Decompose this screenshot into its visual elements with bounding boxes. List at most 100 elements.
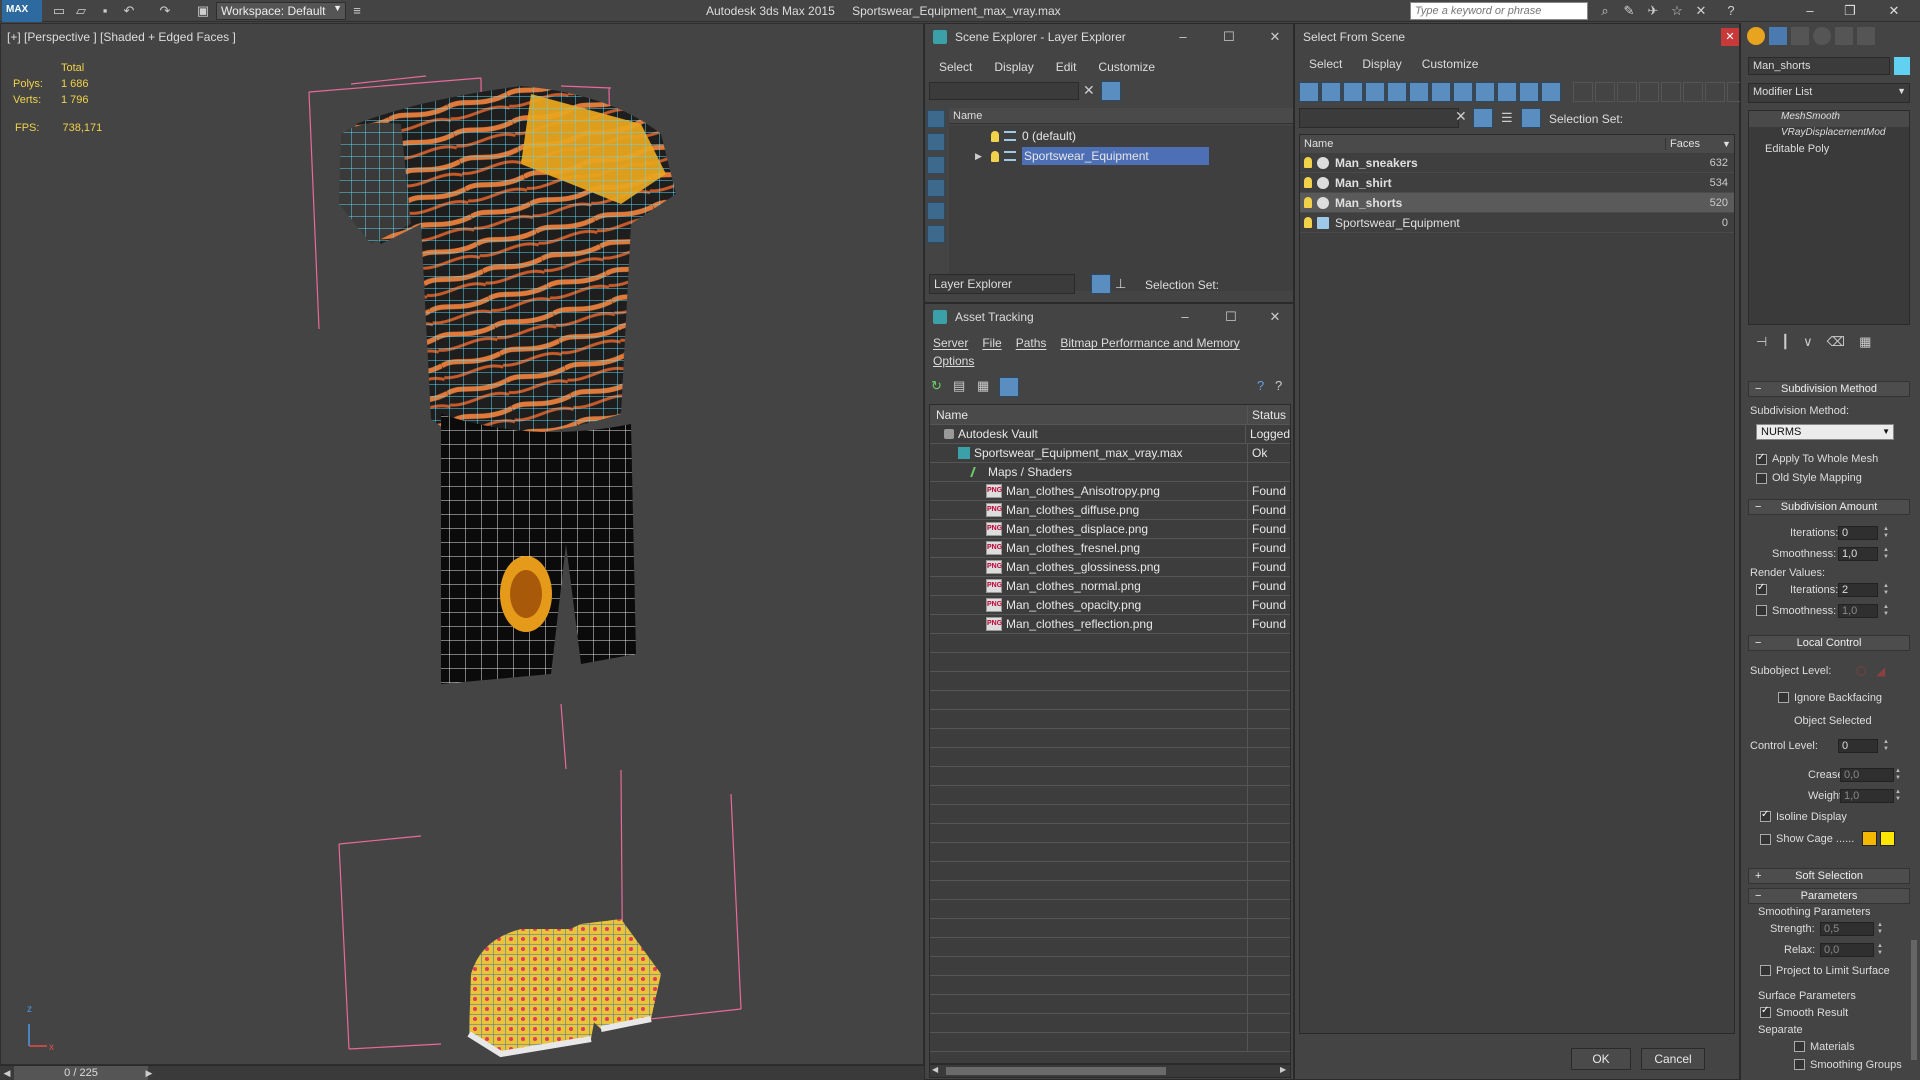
create-tab-icon[interactable]: [1747, 27, 1765, 45]
asset-row[interactable]: PNG Man_clothes_fresnel.png Found: [930, 539, 1290, 558]
crease-spinner[interactable]: 0,0: [1840, 768, 1894, 782]
stack-item-meshsmooth[interactable]: MeshSmooth: [1749, 111, 1909, 127]
display-geometry-icon[interactable]: [1299, 82, 1319, 102]
scene-explorer-minimize-icon[interactable]: –: [1173, 28, 1193, 46]
time-next-icon[interactable]: ▶: [142, 1066, 156, 1080]
display-all-icon[interactable]: [1573, 82, 1593, 102]
menu-paths[interactable]: Paths: [1016, 336, 1047, 350]
iterations-spinner[interactable]: 0: [1838, 526, 1878, 540]
hierarchy-icon[interactable]: [1521, 108, 1541, 128]
sfs-search-input[interactable]: [1299, 108, 1459, 128]
light-bulb-icon[interactable]: [991, 150, 999, 162]
cancel-button[interactable]: Cancel: [1641, 1048, 1705, 1070]
edge-level-icon[interactable]: ◢: [1876, 664, 1885, 678]
workspace-dropdown[interactable]: Workspace: Default ▼: [216, 2, 346, 20]
context-help-icon[interactable]: ?: [1275, 378, 1282, 393]
display-tab-icon[interactable]: [1835, 27, 1853, 45]
hierarchy-tab-icon[interactable]: [1791, 27, 1809, 45]
smooth-result-checkbox[interactable]: [1760, 1005, 1771, 1018]
layer-row-sportswear[interactable]: ▶ Sportswear_Equipment: [949, 146, 1293, 166]
display-containers-icon[interactable]: [1497, 82, 1517, 102]
time-slider[interactable]: ◀ 0 / 225 ▶: [0, 1065, 924, 1080]
asset-row[interactable]: PNG Man_clothes_normal.png Found: [930, 577, 1290, 596]
asset-row[interactable]: PNG Man_clothes_glossiness.png Found: [930, 558, 1290, 577]
exchange-icon[interactable]: ✕: [1692, 3, 1710, 19]
spinner-arrows-icon[interactable]: ▲ ▼: [1882, 604, 1890, 618]
communication-icon[interactable]: ✈: [1644, 3, 1662, 19]
object-row[interactable]: Man_shirt 534: [1300, 173, 1734, 193]
table-view-icon[interactable]: ▦: [977, 378, 993, 394]
light-bulb-icon[interactable]: [1304, 157, 1312, 168]
col-header-name[interactable]: Name: [930, 405, 1248, 424]
asset-row[interactable]: PNG Man_clothes_reflection.png Found: [930, 615, 1290, 634]
relax-spinner[interactable]: 0,0: [1820, 943, 1874, 957]
grid-view-icon[interactable]: [999, 377, 1019, 397]
spinner-arrows-icon[interactable]: ▲ ▼: [1894, 768, 1902, 782]
sort-arrow-icon[interactable]: ▼: [1722, 139, 1734, 149]
project-limit-checkbox[interactable]: [1760, 965, 1771, 976]
display-none-icon[interactable]: [1595, 82, 1615, 102]
stack-item-editable-poly[interactable]: Editable Poly: [1749, 143, 1909, 159]
materials-checkbox[interactable]: [1794, 1041, 1805, 1052]
asset-tracking-minimize-icon[interactable]: –: [1175, 308, 1195, 326]
render-iterations-checkbox[interactable]: [1756, 582, 1767, 595]
rollout-subdivision-amount[interactable]: − Subdivision Amount: [1748, 499, 1910, 515]
project-folder-icon[interactable]: ▣: [194, 3, 212, 19]
rollout-parameters[interactable]: − Parameters: [1748, 888, 1910, 904]
layer-filter-icon[interactable]: ☰: [1501, 110, 1513, 126]
menu-customize[interactable]: Customize: [1422, 57, 1479, 71]
render-smoothness-checkbox[interactable]: [1756, 605, 1767, 616]
display-objects-icon[interactable]: [927, 110, 945, 128]
show-cage-checkbox[interactable]: [1760, 834, 1771, 845]
spinner-arrows-icon[interactable]: ▲ ▼: [1894, 789, 1902, 803]
menu-bitmap-performance[interactable]: Bitmap Performance and Memory: [1060, 336, 1239, 350]
object-row[interactable]: Man_sneakers 632: [1300, 153, 1734, 173]
scene-explorer-close-icon[interactable]: ✕: [1265, 28, 1285, 46]
asset-row[interactable]: Autodesk Vault Logged: [930, 425, 1290, 444]
display-groups-icon[interactable]: [1431, 82, 1451, 102]
menu-edit[interactable]: Edit: [1056, 60, 1077, 74]
display-helpers-icon[interactable]: [1387, 82, 1407, 102]
spinner-arrows-icon[interactable]: ▲ ▼: [1882, 583, 1890, 597]
asset-row[interactable]: PNG Man_clothes_displace.png Found: [930, 520, 1290, 539]
object-name-field[interactable]: Man_shorts: [1748, 57, 1890, 75]
motion-tab-icon[interactable]: [1813, 27, 1831, 45]
display-xrefs-icon[interactable]: [1453, 82, 1473, 102]
rollout-soft-selection[interactable]: + Soft Selection: [1748, 868, 1910, 884]
display-spacewarps-icon[interactable]: [1409, 82, 1429, 102]
scroll-left-icon[interactable]: ◀: [932, 1065, 938, 1074]
menu-select[interactable]: Select: [1309, 57, 1342, 71]
command-panel-scrollbar[interactable]: [1911, 940, 1917, 1060]
app-logo[interactable]: MAX: [2, 0, 42, 22]
pin-stack-icon[interactable]: ⊣: [1756, 334, 1767, 356]
undo-icon[interactable]: ↶: [120, 3, 138, 19]
help-icon[interactable]: ?: [1257, 378, 1264, 393]
control-level-spinner[interactable]: 0: [1838, 739, 1878, 753]
rollout-local-control[interactable]: − Local Control: [1748, 635, 1910, 651]
workspace-menu-icon[interactable]: ≡: [348, 3, 366, 19]
object-row[interactable]: Man_shorts 520: [1300, 193, 1734, 213]
menu-display[interactable]: Display: [994, 60, 1033, 74]
filter-icon[interactable]: [1101, 81, 1121, 101]
cage-color-swatch-1[interactable]: [1862, 831, 1877, 846]
asset-row[interactable]: Sportswear_Equipment_max_vray.max Ok: [930, 444, 1290, 463]
menu-select[interactable]: Select: [939, 60, 972, 74]
layer-row-default[interactable]: 0 (default): [949, 126, 1293, 146]
remove-modifier-icon[interactable]: ⌫: [1827, 334, 1845, 356]
spinner-arrows-icon[interactable]: ▲ ▼: [1882, 526, 1890, 540]
menu-server[interactable]: Server: [933, 336, 968, 350]
redo-icon[interactable]: ↷: [156, 3, 174, 19]
time-counter[interactable]: 0 / 225: [14, 1066, 148, 1080]
menu-customize[interactable]: Customize: [1098, 60, 1155, 74]
display-lights-icon[interactable]: [927, 156, 945, 174]
display-cameras-icon[interactable]: [1365, 82, 1385, 102]
light-bulb-icon[interactable]: [1304, 197, 1312, 208]
object-row[interactable]: Sportswear_Equipment 0: [1300, 213, 1734, 233]
close-icon[interactable]: ✕: [1880, 2, 1908, 20]
scene-explorer-search-input[interactable]: [929, 82, 1079, 100]
ignore-backfacing-checkbox[interactable]: [1778, 692, 1789, 703]
favorites-icon[interactable]: ☆: [1668, 3, 1686, 19]
scrollbar-thumb[interactable]: [946, 1067, 1166, 1075]
spinner-arrows-icon[interactable]: ▲ ▼: [1876, 922, 1884, 936]
display-shapes-icon[interactable]: [1321, 82, 1341, 102]
